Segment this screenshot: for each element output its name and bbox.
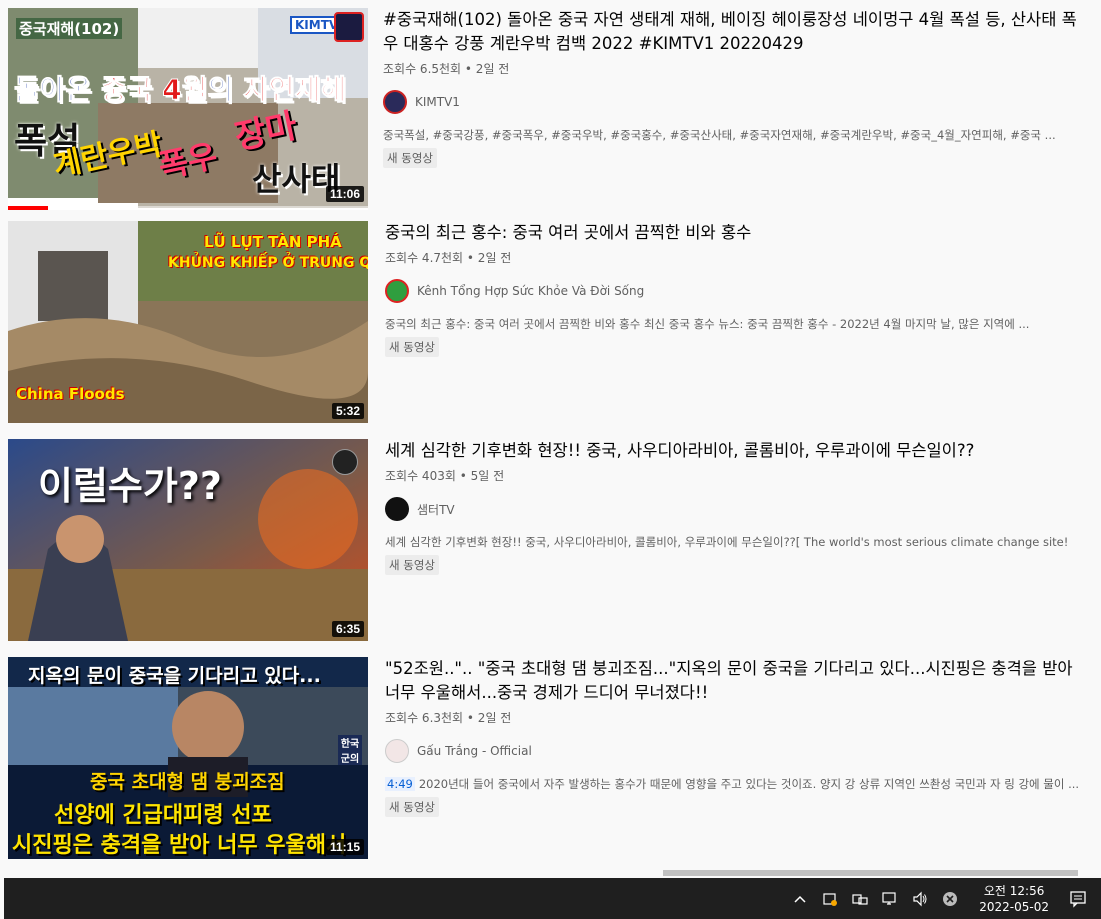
- thumb-line-3: 선양에 긴급대피령 선포: [54, 803, 272, 828]
- video-result-2[interactable]: LŨ LỤT TÀN PHÁ KHỦNG KHIẾP Ở TRUNG QUỐC …: [0, 221, 1101, 426]
- notification-icon[interactable]: [1067, 888, 1089, 910]
- volume-icon[interactable]: [911, 890, 929, 908]
- clock-date: 2022-05-02: [979, 899, 1049, 914]
- video-duration: 11:06: [325, 186, 364, 202]
- channel-avatar[interactable]: [383, 90, 407, 114]
- video-duration: 11:15: [325, 839, 364, 855]
- channel-row[interactable]: KIMTV1: [383, 90, 1083, 114]
- video-thumbnail-3[interactable]: 이럴수가?? 6:35: [8, 439, 368, 641]
- channel-avatar[interactable]: [385, 279, 409, 303]
- chapter-timestamp[interactable]: 4:49: [385, 777, 415, 791]
- thumb-line-1: 지옥의 문이 중국을 기다리고 있다...: [28, 665, 321, 687]
- video-info-4: "52조원..".. "중국 초대형 댐 붕괴조짐..."지옥의 문이 중국을 …: [385, 657, 1085, 817]
- thumb-tag: 한국 군의: [338, 735, 362, 765]
- network-icon[interactable]: [881, 890, 899, 908]
- video-info-1: #중국재해(102) 돌아온 중국 자연 생태계 재해, 베이징 헤이룽장성 네…: [383, 8, 1083, 168]
- video-title[interactable]: 세계 심각한 기후변화 현장!! 중국, 사우디아라비아, 콜롬비아, 우루과이…: [385, 439, 1085, 463]
- thumb-line-1: 이럴수가??: [38, 464, 222, 508]
- video-description: 4:49 2020년대 들어 중국에서 자주 발생하는 홍수가 때문에 영향을 주…: [385, 775, 1080, 793]
- video-info-2: 중국의 최근 홍수: 중국 여러 곳에서 끔찍한 비와 홍수 조회수 4.7천회…: [385, 221, 1085, 357]
- video-meta: 조회수 6.5천회 • 2일 전: [383, 62, 510, 76]
- security-icon[interactable]: [821, 890, 839, 908]
- video-duration: 5:32: [331, 403, 364, 419]
- thumb-line-4: 시진핑은 충격을 받아 너무 우울해서: [12, 833, 347, 858]
- channel-name[interactable]: Kênh Tổng Hợp Sức Khỏe Và Đời Sống: [417, 284, 644, 298]
- video-meta: 조회수 6.3천회 • 2일 전: [385, 711, 512, 725]
- horizontal-scrollbar[interactable]: [663, 870, 1078, 876]
- search-results: 중국재해(102) KIMTV 돌아온 중국 4월의 자연재해 폭설 계란우박 …: [0, 0, 1101, 878]
- video-result-1[interactable]: 중국재해(102) KIMTV 돌아온 중국 4월의 자연재해 폭설 계란우박 …: [0, 8, 1101, 213]
- video-title[interactable]: #중국재해(102) 돌아온 중국 자연 생태계 재해, 베이징 헤이룽장성 네…: [383, 8, 1083, 56]
- system-clock[interactable]: 오전 12:56 2022-05-02: [979, 883, 1049, 915]
- close-circle-icon[interactable]: [941, 890, 959, 908]
- channel-avatar[interactable]: [385, 739, 409, 763]
- channel-name[interactable]: 샘터TV: [417, 501, 455, 518]
- video-meta: 조회수 403회 • 5일 전: [385, 469, 505, 483]
- video-thumbnail-4[interactable]: 지옥의 문이 중국을 기다리고 있다... 한국 군의 중국 초대형 댐 붕괴조…: [8, 657, 368, 859]
- chevron-up-icon[interactable]: [791, 890, 809, 908]
- new-video-badge: 새 동영상: [385, 337, 439, 357]
- channel-row[interactable]: 샘터TV: [385, 497, 1085, 521]
- video-meta: 조회수 4.7천회 • 2일 전: [385, 251, 512, 265]
- thumb-bottom-label: China Floods: [16, 385, 125, 403]
- video-duration: 6:35: [331, 621, 364, 637]
- channel-row[interactable]: Gấu Trắng - Official: [385, 739, 1085, 763]
- thumb-headline-c: 의: [207, 73, 244, 107]
- video-info-3: 세계 심각한 기후변화 현장!! 중국, 사우디아라비아, 콜롬비아, 우루과이…: [385, 439, 1085, 575]
- new-video-badge: 새 동영상: [385, 797, 439, 817]
- input-icon[interactable]: [851, 890, 869, 908]
- video-description-text: 2020년대 들어 중국에서 자주 발생하는 홍수가 때문에 영향을 주고 있다…: [418, 777, 1080, 791]
- windows-taskbar: 오전 12:56 2022-05-02: [4, 878, 1101, 919]
- new-video-badge: 새 동영상: [385, 555, 439, 575]
- video-title[interactable]: "52조원..".. "중국 초대형 댐 붕괴조짐..."지옥의 문이 중국을 …: [385, 657, 1085, 705]
- new-video-badge: 새 동영상: [383, 148, 437, 168]
- channel-row[interactable]: Kênh Tổng Hợp Sức Khỏe Và Đời Sống: [385, 279, 1085, 303]
- thumb-avatar: [334, 12, 364, 42]
- thumb-headline: 돌아온 중국 4월의 자연재해: [13, 68, 347, 108]
- thumb-channel-logo: [332, 449, 358, 475]
- video-thumbnail-2[interactable]: LŨ LỤT TÀN PHÁ KHỦNG KHIẾP Ở TRUNG QUỐC …: [8, 221, 368, 423]
- video-result-4[interactable]: 지옥의 문이 중국을 기다리고 있다... 한국 군의 중국 초대형 댐 붕괴조…: [0, 657, 1101, 862]
- channel-avatar[interactable]: [385, 497, 409, 521]
- thumb-line-2: KHỦNG KHIẾP Ở TRUNG QUỐC: [168, 255, 368, 271]
- watch-progress-track: [8, 206, 368, 210]
- clock-time: 오전 12:56: [983, 883, 1045, 898]
- thumb-headline-d: 자연재해: [243, 73, 347, 107]
- video-thumbnail-1[interactable]: 중국재해(102) KIMTV 돌아온 중국 4월의 자연재해 폭설 계란우박 …: [8, 8, 368, 210]
- channel-name[interactable]: KIMTV1: [415, 95, 460, 109]
- thumb-top-label: 중국재해(102): [16, 18, 123, 39]
- thumb-headline-b: 중국 4월: [101, 73, 209, 107]
- watch-progress-bar: [8, 206, 48, 210]
- video-description: 중국의 최근 홍수: 중국 여러 곳에서 끔찍한 비와 홍수 최신 중국 홍수 …: [385, 317, 1030, 331]
- video-result-3[interactable]: 이럴수가?? 6:35 세계 심각한 기후변화 현장!! 중국, 사우디아라비아…: [0, 439, 1101, 644]
- thumb-line-2: 중국 초대형 댐 붕괴조짐: [90, 771, 285, 793]
- video-description: 중국폭설, #중국강풍, #중국폭우, #중국우박, #중국홍수, #중국산사태…: [383, 128, 1056, 142]
- channel-name[interactable]: Gấu Trắng - Official: [417, 744, 532, 758]
- video-description: 세계 심각한 기후변화 현장!! 중국, 사우디아라비아, 콜롬비아, 우루과이…: [385, 535, 1069, 549]
- thumb-line-1: LŨ LỤT TÀN PHÁ: [204, 233, 342, 251]
- thumb-headline-a: 돌아온: [13, 73, 102, 107]
- video-title[interactable]: 중국의 최근 홍수: 중국 여러 곳에서 끔찍한 비와 홍수: [385, 221, 1085, 245]
